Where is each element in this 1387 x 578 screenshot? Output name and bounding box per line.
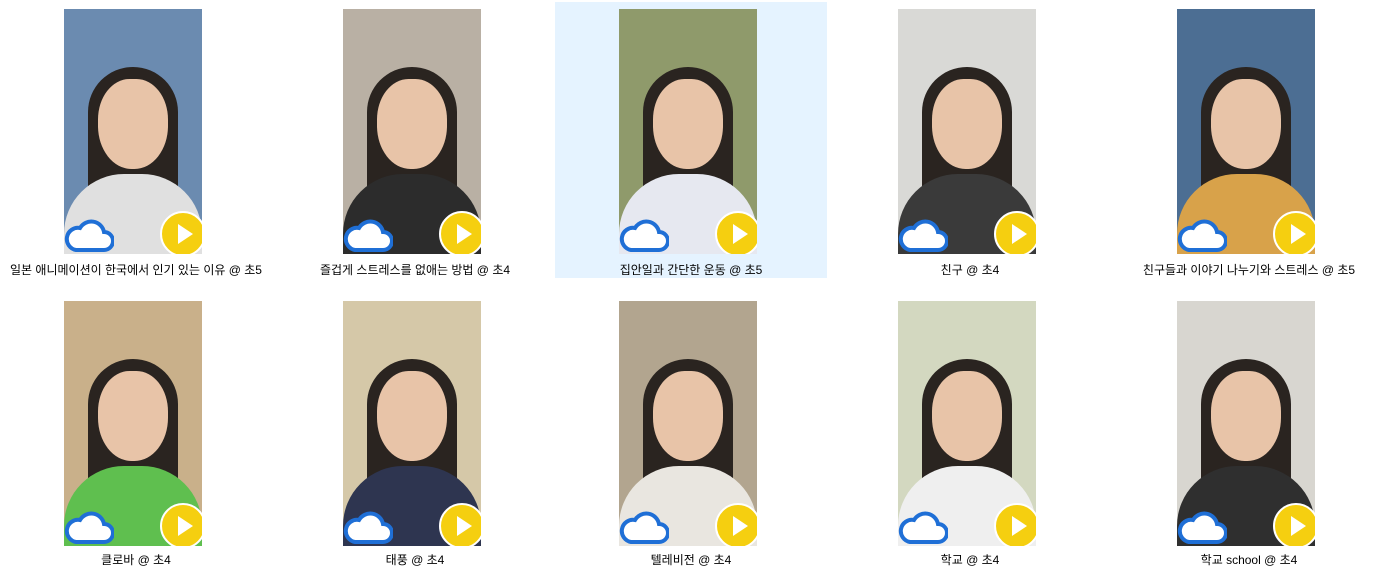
file-name-label: 친구들과 이야기 나누기와 스트레스 @ 초5 [1142, 263, 1356, 277]
onedrive-cloud-icon [343, 219, 393, 252]
onedrive-cloud-icon [64, 219, 114, 252]
onedrive-cloud-icon [1177, 511, 1227, 544]
play-icon[interactable] [438, 210, 481, 254]
play-icon[interactable] [159, 502, 202, 546]
play-icon[interactable] [159, 210, 202, 254]
file-tile[interactable]: 태풍 @ 초4 [279, 294, 551, 576]
onedrive-cloud-icon [1177, 219, 1227, 252]
file-tile[interactable]: 즐겁게 스트레스를 없애는 방법 @ 초4 [279, 2, 551, 287]
file-tile[interactable]: 클로바 @ 초4 [0, 294, 272, 576]
file-name-label: 학교 school @ 초4 [1200, 553, 1298, 567]
onedrive-cloud-icon [343, 511, 393, 544]
file-tile[interactable]: 집안일과 간단한 운동 @ 초5 [555, 2, 827, 278]
file-tile[interactable]: 친구들과 이야기 나누기와 스트레스 @ 초5 [1113, 2, 1385, 287]
play-icon[interactable] [714, 210, 757, 254]
video-thumbnail[interactable] [1177, 9, 1315, 254]
file-tile[interactable]: 친구 @ 초4 [834, 2, 1106, 287]
video-thumbnail[interactable] [619, 9, 757, 254]
file-tile[interactable]: 학교 @ 초4 [834, 294, 1106, 576]
play-icon[interactable] [1272, 502, 1315, 546]
video-thumbnail[interactable] [619, 301, 757, 546]
play-icon[interactable] [714, 502, 757, 546]
onedrive-cloud-icon [898, 511, 948, 544]
file-name-label: 태풍 @ 초4 [385, 553, 445, 567]
file-name-label: 즐겁게 스트레스를 없애는 방법 @ 초4 [319, 263, 511, 277]
video-thumbnail[interactable] [898, 9, 1036, 254]
play-icon[interactable] [438, 502, 481, 546]
play-icon[interactable] [993, 210, 1036, 254]
onedrive-cloud-icon [64, 511, 114, 544]
play-icon[interactable] [993, 502, 1036, 546]
video-thumbnail[interactable] [343, 301, 481, 546]
video-thumbnail[interactable] [898, 301, 1036, 546]
file-tile[interactable]: 일본 애니메이션이 한국에서 인기 있는 이유 @ 초5 [0, 2, 272, 287]
file-name-label: 일본 애니메이션이 한국에서 인기 있는 이유 @ 초5 [10, 263, 262, 277]
file-name-label: 클로바 @ 초4 [101, 553, 171, 567]
file-name-label: 친구 @ 초4 [940, 263, 1000, 277]
onedrive-cloud-icon [619, 511, 669, 544]
video-thumbnail[interactable] [64, 9, 202, 254]
video-thumbnail[interactable] [1177, 301, 1315, 546]
onedrive-cloud-icon [898, 219, 948, 252]
file-name-label: 텔레비전 @ 초4 [650, 553, 732, 567]
video-thumbnail[interactable] [343, 9, 481, 254]
play-icon[interactable] [1272, 210, 1315, 254]
file-tile[interactable]: 학교 school @ 초4 [1113, 294, 1385, 576]
file-name-label: 집안일과 간단한 운동 @ 초5 [619, 263, 763, 277]
file-grid: 일본 애니메이션이 한국에서 인기 있는 이유 @ 초5 즐겁게 스트레스를 없… [0, 0, 1387, 578]
video-thumbnail[interactable] [64, 301, 202, 546]
file-name-label: 학교 @ 초4 [940, 553, 1000, 567]
onedrive-cloud-icon [619, 219, 669, 252]
file-tile[interactable]: 텔레비전 @ 초4 [555, 294, 827, 576]
